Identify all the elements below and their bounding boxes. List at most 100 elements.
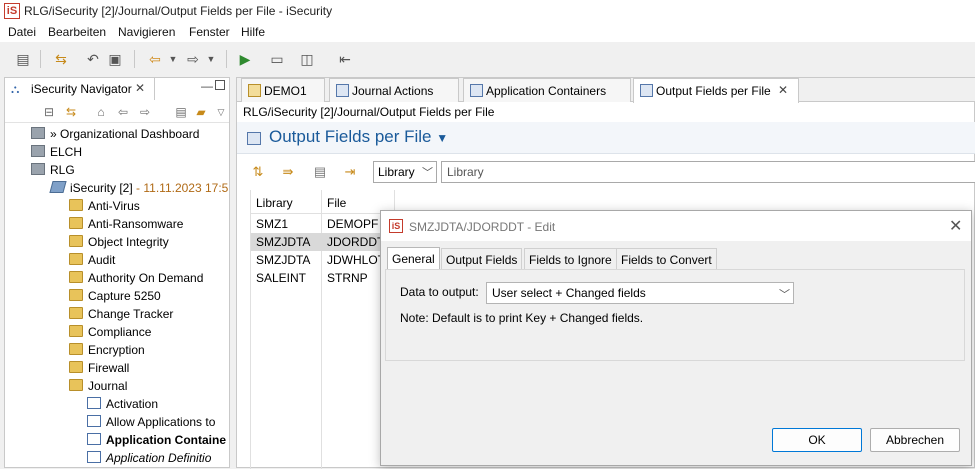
cancel-button[interactable]: Abbrechen bbox=[870, 428, 960, 452]
tree-item[interactable]: Application Containe bbox=[87, 431, 226, 449]
new-icon[interactable]: ▤ bbox=[173, 104, 189, 120]
tree-item[interactable]: Allow Applications to bbox=[87, 413, 215, 431]
close-icon[interactable]: ✕ bbox=[778, 83, 788, 97]
dialog-tabs: General Output Fields Fields to Ignore F… bbox=[385, 247, 965, 270]
folder-icon bbox=[69, 307, 83, 319]
table-row[interactable]: SALEINT STRNP bbox=[251, 269, 395, 287]
close-icon[interactable]: ✕ bbox=[135, 81, 145, 95]
position-icon[interactable]: ⇛ bbox=[279, 163, 297, 181]
document-icon bbox=[87, 433, 101, 445]
tree-item[interactable]: Encryption bbox=[69, 341, 145, 359]
undo-icon[interactable]: ↶ bbox=[84, 50, 102, 68]
breadcrumb: RLG/iSecurity [2]/Journal/Output Fields … bbox=[243, 105, 495, 119]
menu-fenster[interactable]: Fenster bbox=[189, 25, 230, 39]
toolbar-separator bbox=[134, 50, 135, 68]
tree-item[interactable]: Compliance bbox=[69, 323, 151, 341]
menu-navigieren[interactable]: Navigieren bbox=[118, 25, 175, 39]
table-row[interactable]: SMZJDTA JDWHLOT bbox=[251, 251, 395, 269]
tree-item[interactable]: Change Tracker bbox=[69, 305, 173, 323]
tab-output-fields-per-file[interactable]: Output Fields per File ✕ bbox=[633, 78, 799, 103]
tree-item[interactable]: » Organizational Dashboard bbox=[31, 125, 199, 143]
table-icon bbox=[336, 84, 349, 97]
navigator-title: iSecurity Navigator bbox=[31, 82, 132, 96]
move-up-icon[interactable]: ⇅ bbox=[249, 163, 267, 181]
data-to-output-label: Data to output: bbox=[400, 285, 479, 299]
folder-icon bbox=[248, 84, 261, 97]
tree-item[interactable]: Firewall bbox=[69, 359, 129, 377]
tree-item[interactable]: ELCH bbox=[31, 143, 82, 161]
table-row[interactable]: SMZ1 DEMOPF bbox=[251, 215, 395, 233]
window-icon[interactable]: ▭ bbox=[268, 50, 286, 68]
tab-general[interactable]: General bbox=[387, 247, 440, 270]
document-icon bbox=[87, 451, 101, 463]
tab-fields-to-ignore[interactable]: Fields to Ignore bbox=[524, 248, 617, 269]
folder-open-icon bbox=[69, 379, 83, 391]
tree-item[interactable]: Capture 5250 bbox=[69, 287, 161, 305]
panel-icon[interactable]: ◫ bbox=[298, 50, 316, 68]
tab-fields-to-convert[interactable]: Fields to Convert bbox=[616, 248, 717, 269]
system-icon bbox=[49, 181, 67, 193]
forward-icon[interactable]: ⇨ bbox=[137, 104, 153, 120]
chevron-down-icon[interactable]: ▼ bbox=[436, 131, 448, 145]
tree-item[interactable]: Application Definitio bbox=[87, 449, 211, 467]
forward-icon[interactable]: ⇨ bbox=[184, 50, 202, 68]
tree-item[interactable]: Authority On Demand bbox=[69, 269, 203, 287]
isecurity-logo-icon: iS bbox=[4, 3, 20, 19]
menu-bar: Datei Bearbeiten Navigieren Fenster Hilf… bbox=[0, 22, 975, 42]
pin-icon[interactable]: ⇤ bbox=[336, 50, 354, 68]
table-icon bbox=[470, 84, 483, 97]
tab-journal-actions[interactable]: Journal Actions bbox=[329, 78, 459, 102]
position-field-select[interactable]: Library ﹀ bbox=[373, 161, 437, 183]
table-row[interactable]: SMZJDTA JDORDDT bbox=[251, 233, 395, 251]
folder-icon bbox=[69, 361, 83, 373]
tree-item[interactable]: Anti-Ransomware bbox=[69, 215, 183, 233]
back-dropdown-icon[interactable]: ▼ bbox=[164, 50, 182, 68]
view-menu-icon[interactable]: ▽ bbox=[213, 104, 229, 120]
menu-hilfe[interactable]: Hilfe bbox=[241, 25, 265, 39]
window-title-bar: iS RLG/iSecurity [2]/Journal/Output Fiel… bbox=[0, 0, 975, 22]
new-icon[interactable]: ▤ bbox=[14, 50, 32, 68]
tab-output-fields[interactable]: Output Fields bbox=[441, 248, 523, 269]
chevron-down-icon: ﹀ bbox=[422, 167, 433, 179]
home-icon[interactable]: ⌂ bbox=[93, 104, 109, 120]
tree-item[interactable]: Anti-Virus bbox=[69, 197, 140, 215]
tree-item[interactable]: Object Integrity bbox=[69, 233, 169, 251]
tree-item[interactable]: iSecurity [2] - 11.11.2023 17:5 bbox=[49, 179, 228, 197]
folder-icon bbox=[69, 235, 83, 247]
navigator-tab[interactable]: ⛬ iSecurity Navigator ✕ bbox=[5, 78, 155, 100]
folder-icon[interactable]: ▰ bbox=[193, 104, 209, 120]
tree-item[interactable]: Activation bbox=[87, 395, 158, 413]
page-title[interactable]: Output Fields per File ▼ bbox=[269, 127, 448, 147]
menu-bearbeiten[interactable]: Bearbeiten bbox=[48, 25, 106, 39]
minimize-icon[interactable]: — bbox=[201, 79, 213, 93]
position-value-input[interactable]: Library bbox=[441, 161, 975, 183]
maximize-icon[interactable] bbox=[215, 80, 225, 90]
folder-icon bbox=[69, 217, 83, 229]
list-icon[interactable]: ▤ bbox=[311, 163, 329, 181]
tab-application-containers[interactable]: Application Containers bbox=[463, 78, 631, 102]
editor-header: Output Fields per File ▼ bbox=[237, 122, 975, 154]
back-icon[interactable]: ⇦ bbox=[115, 104, 131, 120]
tree-item[interactable]: Audit bbox=[69, 251, 115, 269]
menu-datei[interactable]: Datei bbox=[8, 25, 36, 39]
run-icon[interactable]: ▶ bbox=[236, 50, 254, 68]
close-icon[interactable]: ✕ bbox=[949, 216, 962, 236]
save-icon[interactable]: ▣ bbox=[106, 50, 124, 68]
tab-demo1[interactable]: DEMO1 bbox=[241, 78, 325, 102]
window-title: RLG/iSecurity [2]/Journal/Output Fields … bbox=[24, 4, 333, 18]
tree-item[interactable]: RLG bbox=[31, 161, 75, 179]
tree-item[interactable]: Journal bbox=[69, 377, 127, 395]
isecurity-logo-icon: iS bbox=[389, 219, 403, 233]
goto-icon[interactable]: ⇥ bbox=[341, 163, 359, 181]
ok-button[interactable]: OK bbox=[772, 428, 862, 452]
navigator-panel: ⛬ iSecurity Navigator ✕ — ⊟ ⇆ ⌂ ⇦ ⇨ ▤ ▰ … bbox=[4, 77, 230, 468]
back-icon[interactable]: ⇦ bbox=[146, 50, 164, 68]
refresh-icon[interactable]: ⇆ bbox=[52, 50, 70, 68]
data-to-output-select[interactable]: User select + Changed fields ﹀ bbox=[486, 282, 794, 304]
forward-dropdown-icon[interactable]: ▼ bbox=[202, 50, 220, 68]
link-editor-icon[interactable]: ⇆ bbox=[63, 104, 79, 120]
navigator-icon: ⛬ bbox=[11, 82, 20, 96]
column-header-library[interactable]: Library bbox=[251, 190, 322, 214]
collapse-all-icon[interactable]: ⊟ bbox=[41, 104, 57, 120]
server-icon bbox=[31, 163, 45, 175]
